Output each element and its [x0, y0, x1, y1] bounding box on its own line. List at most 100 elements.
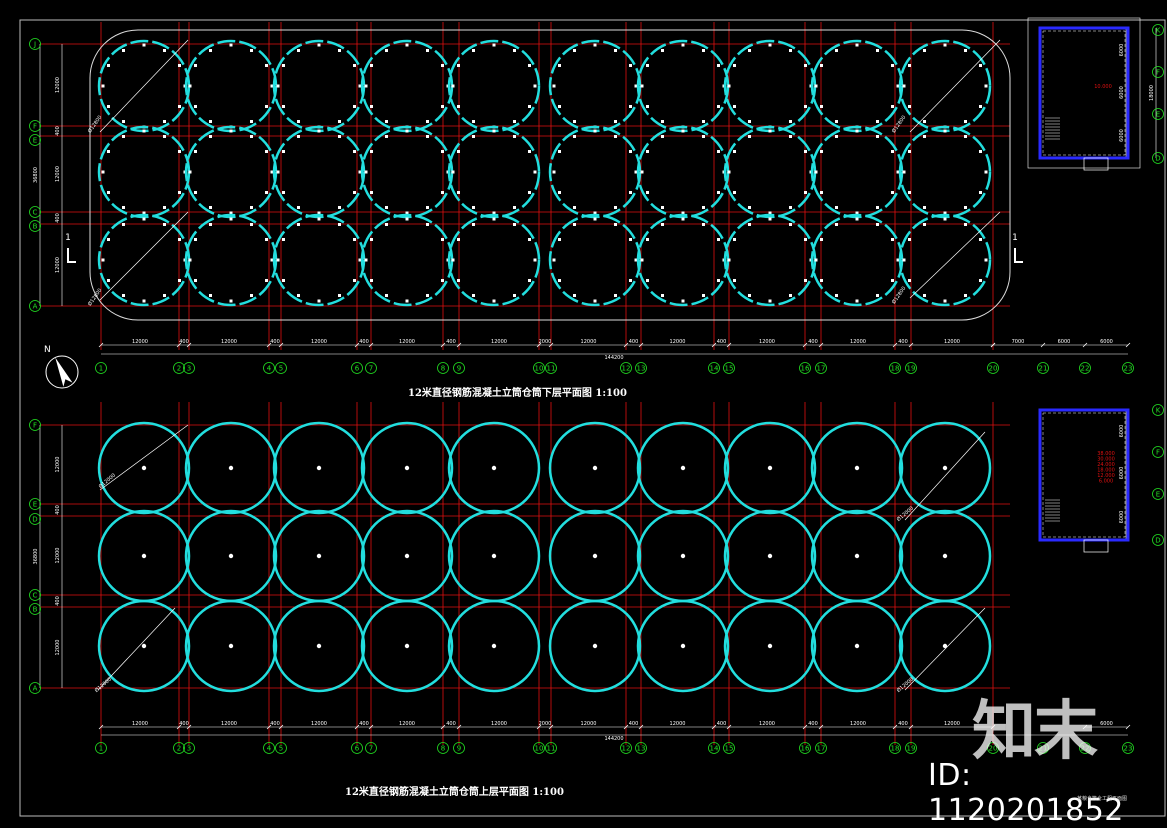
silo-column — [513, 120, 516, 124]
axis-label: 2 — [177, 745, 181, 753]
axis-label: 23 — [1124, 745, 1133, 753]
silo-column — [573, 134, 576, 138]
silo-column — [281, 279, 285, 282]
dimension-text: 36800 — [33, 549, 39, 565]
silo-column — [732, 238, 736, 241]
dimension-text: 12000 — [759, 339, 775, 345]
dimension-text: 12000 — [581, 339, 597, 345]
silo-column — [891, 191, 895, 194]
dimension-text: 400 — [55, 596, 61, 606]
silo-column — [789, 294, 792, 298]
silo-column — [629, 105, 633, 108]
dimension-text: 400 — [179, 721, 189, 727]
silo-column — [552, 258, 556, 262]
dimension-text: 6000 — [1119, 467, 1125, 480]
silo-column — [364, 170, 368, 174]
silo-column — [492, 129, 496, 133]
silo-column — [732, 279, 736, 282]
silo-column — [804, 279, 808, 282]
dimension-text: 7000 — [1012, 339, 1025, 345]
silo-column — [451, 258, 455, 262]
silo-column — [804, 238, 808, 241]
plan-title-lower-level: 12米直径钢筋混凝土立筒仓筒下层平面图 1:100 — [408, 388, 627, 399]
axis-label: 10 — [535, 745, 544, 753]
dimension-text: 400 — [359, 721, 369, 727]
silo-center — [680, 465, 686, 471]
silo-center — [316, 643, 322, 649]
silo-center — [942, 553, 948, 559]
dimension-text: 12000 — [132, 721, 148, 727]
silo-center — [404, 643, 410, 649]
silo-column — [188, 170, 192, 174]
silo-center — [767, 465, 773, 471]
axis-label: 5 — [279, 745, 283, 753]
dimension-text: 400 — [55, 126, 61, 136]
silo-column — [533, 84, 537, 88]
silo-column — [645, 64, 649, 67]
silo-column — [528, 191, 532, 194]
silo-column — [106, 191, 110, 194]
dimension-text: 12000 — [55, 640, 61, 656]
silo-center — [228, 465, 234, 471]
silo-column — [789, 120, 792, 124]
silo-column — [943, 217, 947, 221]
axis-label: 3 — [187, 365, 191, 373]
silo-column — [353, 64, 357, 67]
silo-column — [645, 191, 649, 194]
silo-column — [835, 120, 838, 124]
silo-column — [209, 294, 212, 298]
silo-column — [281, 150, 285, 153]
silo-column — [614, 222, 617, 226]
silo-column — [614, 120, 617, 124]
silo-column — [456, 105, 460, 108]
silo-column — [265, 150, 269, 153]
axis-label: 8 — [441, 365, 445, 373]
axis-label: 17 — [817, 365, 826, 373]
silo-column — [229, 217, 233, 221]
silo-column — [789, 206, 792, 210]
silo-column — [364, 84, 368, 88]
dimension-text: 400 — [808, 339, 818, 345]
dimension-text: 12000 — [850, 339, 866, 345]
dimension-text: 400 — [898, 721, 908, 727]
silo-column — [265, 238, 269, 241]
section-mark: 1 — [65, 233, 71, 243]
silo-column — [528, 279, 532, 282]
silo-column — [281, 238, 285, 241]
silo-column — [456, 279, 460, 282]
dimension-text: 12000 — [221, 339, 237, 345]
silo-column — [426, 222, 429, 226]
axis-label: A — [33, 303, 38, 311]
silo-center — [592, 465, 598, 471]
silo-column — [768, 129, 772, 133]
silo-column — [907, 105, 911, 108]
silo-column — [193, 191, 197, 194]
axis-label: K — [1156, 407, 1161, 415]
silo-column — [804, 191, 808, 194]
section-mark: 1 — [1012, 233, 1018, 243]
silo-column — [748, 222, 751, 226]
silo-column — [426, 206, 429, 210]
silo-column — [645, 279, 649, 282]
silo-column — [106, 238, 110, 241]
silo-column — [907, 238, 911, 241]
silo-column — [984, 84, 988, 88]
silo-column — [369, 279, 373, 282]
silo-column — [661, 294, 664, 298]
silo-column — [891, 238, 895, 241]
dimension-text: 12000 — [55, 457, 61, 473]
silo-column — [640, 84, 644, 88]
dimension-text: 12000 — [581, 721, 597, 727]
silo-column — [640, 258, 644, 262]
axis-label: 13 — [637, 365, 646, 373]
silo-column — [979, 105, 983, 108]
watermark-note: 某粮食筒仓工程平面图 — [1077, 796, 1128, 802]
silo-center — [680, 553, 686, 559]
silo-column — [426, 48, 429, 52]
silo-column — [640, 170, 644, 174]
silo-column — [727, 84, 731, 88]
silo-center — [680, 643, 686, 649]
silo-column — [902, 170, 906, 174]
dimension-text: 18000 — [1149, 85, 1155, 101]
silo-column — [193, 279, 197, 282]
